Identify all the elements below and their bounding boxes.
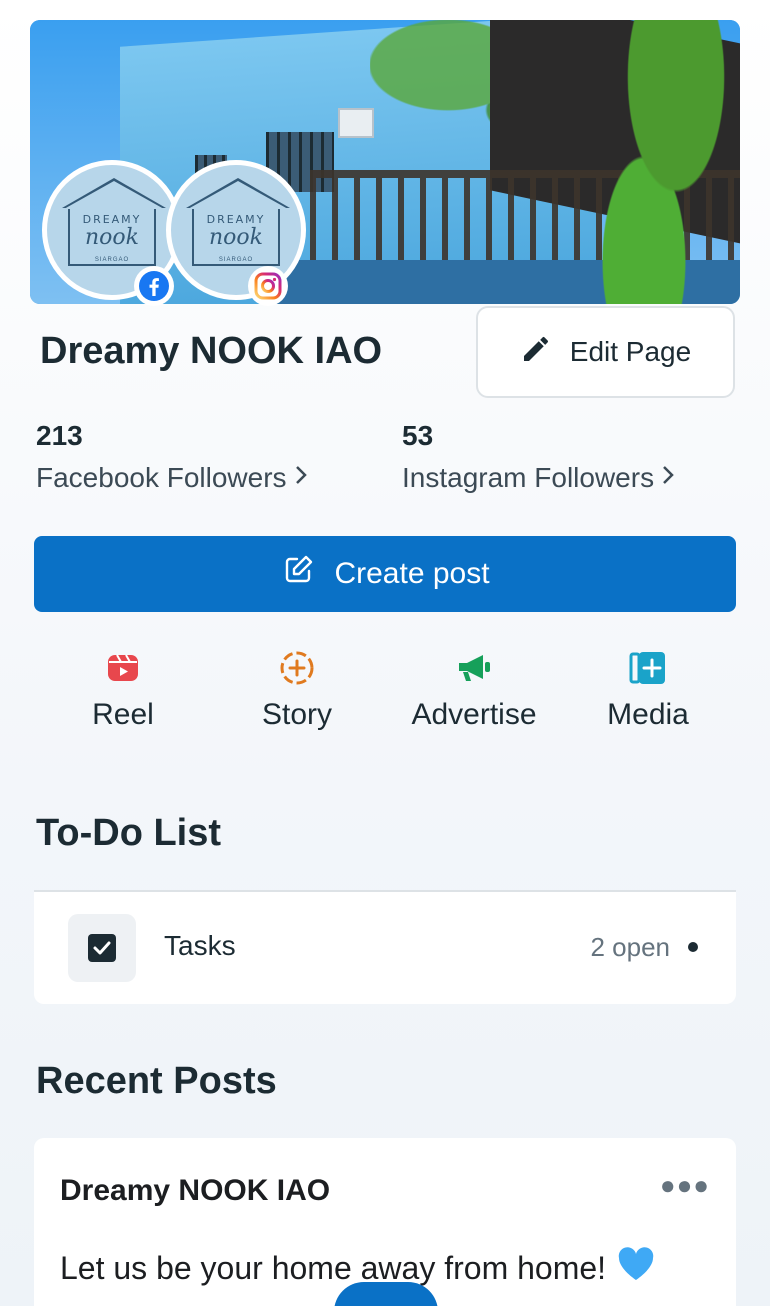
edit-page-label: Edit Page <box>569 336 692 367</box>
megaphone-icon <box>455 648 493 688</box>
story-plus-icon <box>279 648 315 688</box>
tasks-open-count: 2 open <box>590 932 670 962</box>
media-plus-icon <box>629 648 667 688</box>
instagram-followers-count: 53 <box>402 420 434 451</box>
instagram-followers[interactable]: 53 Instagram Followers <box>402 420 676 494</box>
avatar-logo-main: nook <box>209 225 263 250</box>
advertise-button[interactable]: Advertise <box>400 648 548 732</box>
reel-icon <box>106 648 140 688</box>
facebook-followers-count: 213 <box>36 420 83 451</box>
reel-button[interactable]: Reel <box>88 648 158 732</box>
avatar-logo-main: nook <box>85 225 139 250</box>
unread-dot-icon <box>688 942 698 952</box>
blue-heart-emoji <box>616 1246 656 1290</box>
media-label: Media <box>607 698 689 731</box>
facebook-icon <box>134 266 174 306</box>
tasks-row[interactable]: Tasks 2 open <box>34 892 736 1004</box>
page-title: Dreamy NOOK IAO <box>40 330 383 372</box>
create-post-label: Create post <box>334 557 490 590</box>
todo-heading: To-Do List <box>36 812 222 854</box>
pencil-icon <box>520 333 552 372</box>
post-body: Let us be your home away from home! <box>60 1249 607 1286</box>
compose-icon <box>280 552 316 596</box>
media-button[interactable]: Media <box>600 648 696 732</box>
chevron-right-icon <box>293 462 309 494</box>
avatar-logo-sub: SIARGAO <box>94 257 130 263</box>
edit-page-button[interactable]: Edit Page <box>476 306 735 398</box>
story-label: Story <box>261 698 333 731</box>
avatar-logo-sub: SIARGAO <box>218 257 254 263</box>
instagram-icon <box>248 266 288 306</box>
facebook-followers-label: Facebook Followers <box>36 462 287 493</box>
checkbox-icon <box>68 914 136 982</box>
chevron-right-icon <box>660 462 676 494</box>
page-root: DREAMY nook SIARGAO DREAMY nook SIARGAO <box>0 0 770 1306</box>
reel-label: Reel <box>92 698 154 731</box>
floating-action-button[interactable] <box>334 1282 438 1306</box>
recent-posts-heading: Recent Posts <box>36 1060 277 1102</box>
create-post-button[interactable]: Create post <box>34 536 736 612</box>
story-button[interactable]: Story <box>254 648 340 732</box>
post-card[interactable]: Dreamy NOOK IAO ●●● Let us be your home … <box>34 1138 736 1306</box>
advertise-label: Advertise <box>411 698 537 731</box>
tasks-label: Tasks <box>164 930 236 961</box>
instagram-followers-label: Instagram Followers <box>402 462 655 493</box>
facebook-followers[interactable]: 213 Facebook Followers <box>36 420 309 494</box>
post-author: Dreamy NOOK IAO <box>60 1174 331 1207</box>
more-options-icon[interactable]: ●●● <box>660 1170 710 1201</box>
